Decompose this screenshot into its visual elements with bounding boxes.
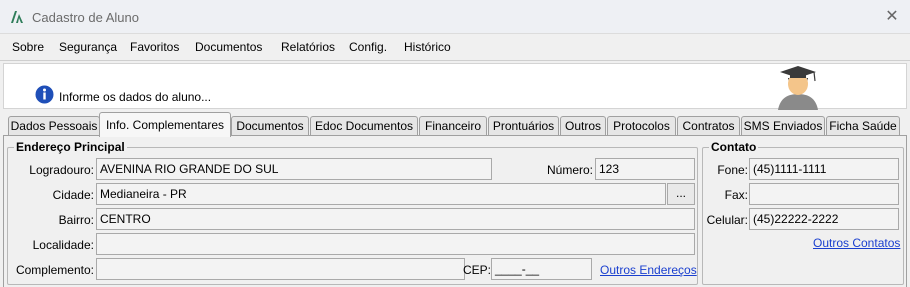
menu-seguranca[interactable]: Segurança [59,40,117,54]
complemento-field[interactable] [96,258,465,280]
outros-contatos-link[interactable]: Outros Contatos [813,236,900,250]
menu-favoritos[interactable]: Favoritos [130,40,179,54]
fax-field[interactable] [749,183,899,205]
fax-label: Fax: [724,188,748,202]
menu-config[interactable]: Config. [349,40,387,54]
celular-label: Celular: [706,213,748,227]
numero-field[interactable]: 123 [595,158,695,180]
menu-documentos[interactable]: Documentos [195,40,262,54]
title-bar: Cadastro de Aluno ✕ [0,0,910,34]
student-graduate-icon [778,66,818,110]
tab-sms-enviados[interactable]: SMS Enviados [741,116,825,136]
numero-label: Número: [546,163,593,177]
info-banner: Informe os dados do aluno... [3,63,907,110]
tab-dados-pessoais[interactable]: Dados Pessoais [8,116,100,136]
app-logo-icon [11,11,23,23]
logradouro-field[interactable]: AVENINA RIO GRANDE DO SUL [96,158,492,180]
tab-panel: Endereço Principal Logradouro: AVENINA R… [3,135,907,287]
menu-bar: Sobre Segurança Favoritos Documentos Rel… [0,34,910,61]
tab-ficha-saude[interactable]: Ficha Saúde [826,116,900,136]
contato-group: Contato Fone: (45)1111-1111 Fax: Celular… [702,140,904,285]
fone-label: Fone: [717,163,748,177]
tab-info-complementares[interactable]: Info. Complementares [99,112,231,137]
contato-group-title: Contato [709,140,759,154]
localidade-label: Localidade: [32,238,94,252]
banner-message: Informe os dados do aluno... [59,90,212,104]
tab-edoc-documentos[interactable]: Edoc Documentos [310,116,418,136]
fone-field[interactable]: (45)1111-1111 [749,158,899,180]
outros-enderecos-link[interactable]: Outros Endereços [600,263,697,277]
complemento-label: Complemento: [15,263,94,277]
celular-field[interactable]: (45)22222-2222 [749,208,899,230]
localidade-field[interactable] [96,233,695,255]
cidade-field[interactable]: Medianeira - PR [96,183,666,205]
tab-outros[interactable]: Outros [560,116,606,136]
info-icon [35,85,54,104]
bairro-label: Bairro: [58,213,94,227]
menu-historico[interactable]: Histórico [404,40,451,54]
endereco-group-title: Endereço Principal [14,140,127,154]
cep-field[interactable]: ____-__ [491,258,592,280]
endereco-group: Endereço Principal Logradouro: AVENINA R… [7,140,698,285]
menu-relatorios[interactable]: Relatórios [281,40,335,54]
tab-financeiro[interactable]: Financeiro [419,116,487,136]
tab-prontuarios[interactable]: Prontuários [488,116,559,136]
tab-documentos[interactable]: Documentos [231,116,309,136]
cidade-search-button[interactable]: ... [667,183,695,205]
bairro-field[interactable]: CENTRO [96,208,695,230]
tab-protocolos[interactable]: Protocolos [607,116,676,136]
tab-contratos[interactable]: Contratos [677,116,740,136]
cep-label: CEP: [463,263,492,277]
logradouro-label: Logradouro: [29,163,94,177]
menu-sobre[interactable]: Sobre [12,40,44,54]
window-title: Cadastro de Aluno [32,10,139,25]
close-button[interactable]: ✕ [880,5,904,29]
tab-strip: Dados Pessoais Info. Complementares Docu… [0,112,910,137]
cidade-label: Cidade: [52,188,94,202]
